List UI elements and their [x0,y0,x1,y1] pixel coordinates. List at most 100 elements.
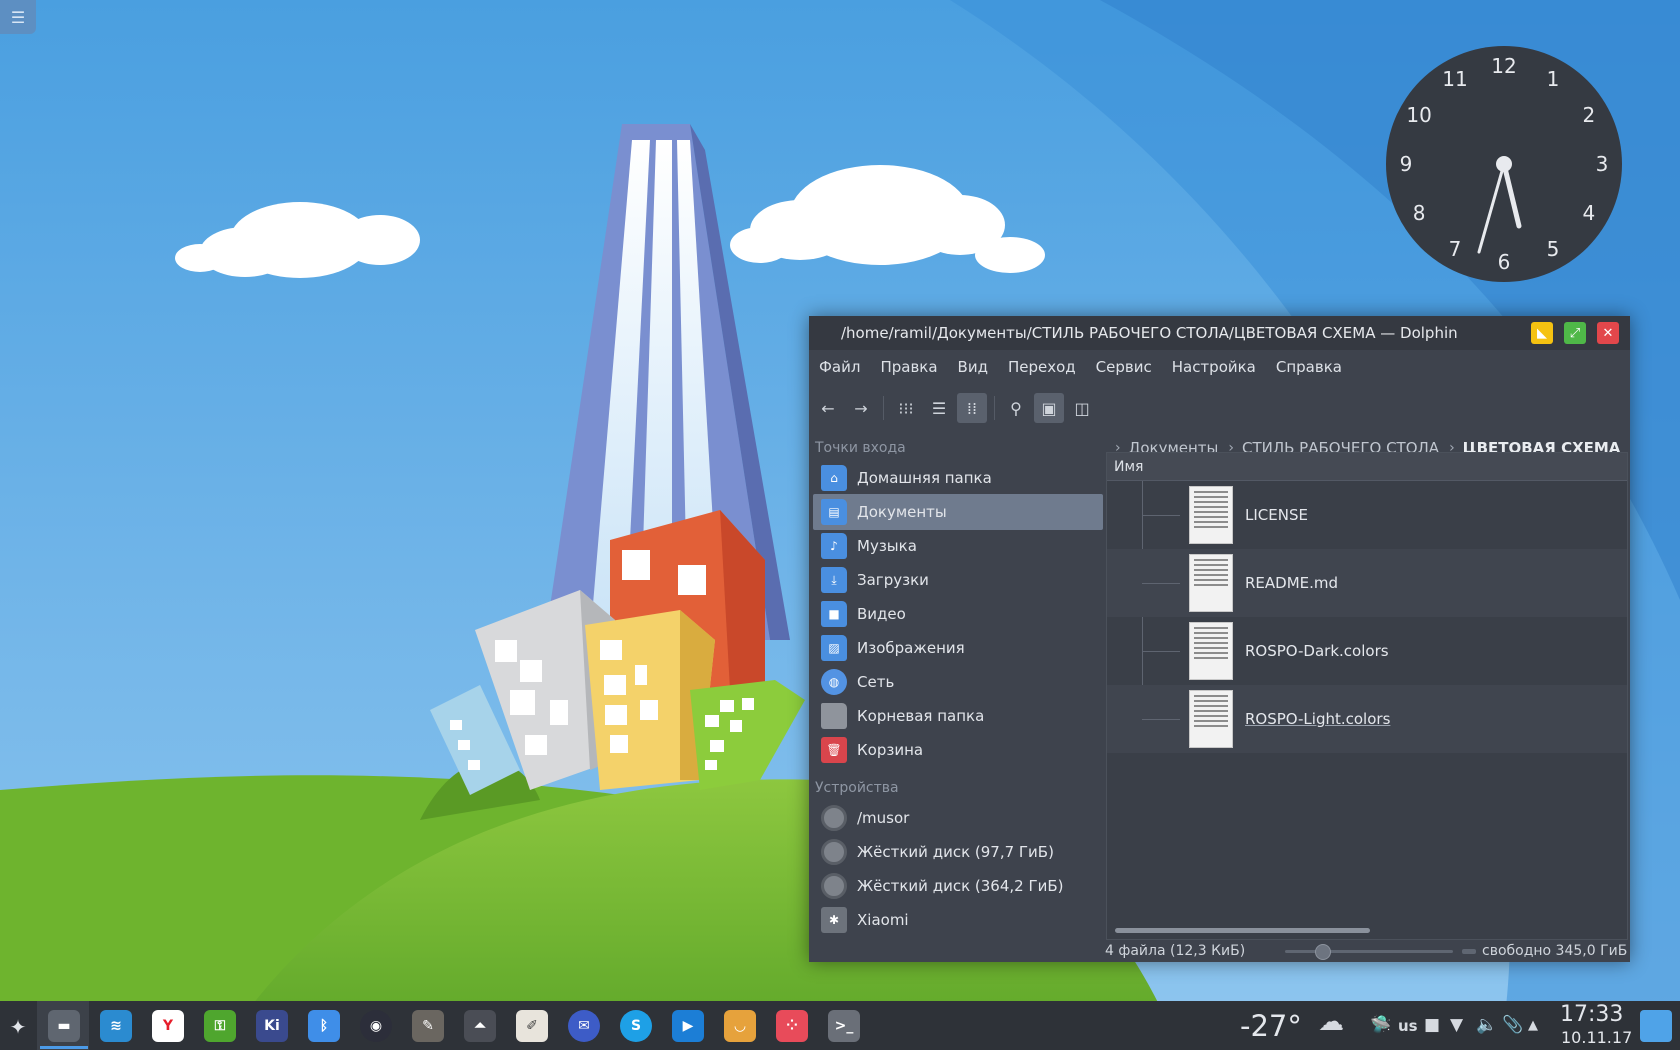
place-network[interactable]: ◍ Сеть [813,664,1103,700]
clock-numeral: 2 [1583,103,1596,127]
close-button[interactable]: ✕ [1597,322,1619,344]
menu-edit[interactable]: Правка [880,358,937,376]
device-label: Жёсткий диск (364,2 ГиБ) [857,877,1064,895]
weather-temperature[interactable]: -27° [1240,1009,1302,1043]
taskbar-app-store[interactable]: ◡ [724,1010,756,1042]
device-xiaomi[interactable]: ✱ Xiaomi [813,902,1103,938]
video-folder-icon: ■ [821,601,847,627]
app-launcher-button[interactable]: ✦ [4,1013,32,1041]
show-desktop-icon[interactable] [1640,1010,1672,1042]
file-view[interactable]: Имя LICENSE README.md ROSPO-Dark.colors … [1106,452,1628,940]
maximize-button[interactable]: ⤢ [1564,322,1586,344]
place-video[interactable]: ■ Видео [813,596,1103,632]
network-icon: ◍ [821,669,847,695]
horizontal-scrollbar[interactable] [1115,928,1370,933]
terminal-icon: >_ [834,1018,854,1034]
taskbar-app-yandex[interactable]: Y [152,1010,184,1042]
icons-view-button[interactable]: ⁝⁝⁝ [891,393,921,423]
close-icon: ✕ [1602,325,1614,341]
place-root[interactable]: Корневая папка [813,698,1103,734]
taskbar-app-thunderbird[interactable]: ✉ [568,1010,600,1042]
minimize-button[interactable]: ◣ [1531,322,1553,344]
details-view-button[interactable]: ⁞⁞ [957,393,987,423]
tree-line [1142,719,1180,720]
taskbar-app-palemoon[interactable]: ≋ [100,1010,132,1042]
clipboard-icon[interactable]: 📎 [1502,1015,1523,1035]
clock-numeral: 10 [1406,103,1431,127]
wifi-icon[interactable]: ▼ [1450,1015,1463,1035]
taskbar-clock-time[interactable]: 17:33 [1560,1002,1623,1027]
list-icon: ☰ [931,398,947,418]
skype-icon: S [630,1018,642,1034]
menu-view[interactable]: Вид [958,358,988,376]
taskbar-app-bluetooth[interactable]: ᛒ [308,1010,340,1042]
taskbar-app-video[interactable]: ▶ [672,1010,704,1042]
taskbar-app-notes[interactable]: ✐ [516,1010,548,1042]
place-music[interactable]: ♪ Музыка [813,528,1103,564]
file-row[interactable]: LICENSE [1107,481,1627,549]
minimize-icon: ◣ [1537,325,1547,341]
menu-file[interactable]: Файл [819,358,860,376]
place-downloads[interactable]: ⤓ Загрузки [813,562,1103,598]
inkscape-icon: ⏶ [474,1018,486,1034]
device-musor[interactable]: /musor [813,800,1103,836]
file-name: README.md [1245,574,1339,592]
place-home[interactable]: ⌂ Домашняя папка [813,460,1103,496]
text-file-thumbnail-icon [1189,690,1233,748]
dolphin-window[interactable]: /home/ramil/Документы/СТИЛЬ РАБОЧЕГО СТО… [809,316,1630,962]
menu-settings[interactable]: Настройка [1172,358,1256,376]
menu-help[interactable]: Справка [1276,358,1342,376]
clock-numeral: 5 [1547,237,1560,261]
place-documents[interactable]: ▤ Документы [813,494,1103,530]
taskbar-app-keepass[interactable]: ⚿ [204,1010,236,1042]
back-button[interactable]: ← [813,393,843,423]
menu-go[interactable]: Переход [1008,358,1076,376]
place-label: Видео [857,605,906,623]
file-row[interactable]: README.md [1107,549,1627,617]
taskbar-app-skype[interactable]: S [620,1010,652,1042]
taskbar-app-gimp[interactable]: ✎ [412,1010,444,1042]
status-bar: 4 файла (12,3 КиБ) свободно 345,0 ГиБ [1105,940,1630,962]
taskbar-clock-date[interactable]: 10.11.17 [1561,1028,1632,1047]
compact-view-button[interactable]: ☰ [924,393,954,423]
grid-icon: ⁝⁝⁝ [898,398,914,418]
device-label: Жёсткий диск (97,7 ГиБ) [857,843,1054,861]
search-button[interactable]: ⚲ [1001,393,1031,423]
taskbar-app-kirigami[interactable]: Ki [256,1010,288,1042]
device-hdd-1[interactable]: Жёсткий диск (97,7 ГиБ) [813,834,1103,870]
split-view-button[interactable]: ◫ [1067,393,1097,423]
file-row[interactable]: ROSPO-Light.colors [1107,685,1627,753]
active-task-indicator [40,1046,88,1049]
obs-icon: ◉ [369,1018,383,1034]
place-pictures[interactable]: ▨ Изображения [813,630,1103,666]
launcher-icon: ✦ [9,1015,27,1039]
gimp-icon: ✎ [422,1018,434,1034]
taskbar-app-dolphin[interactable]: ▬ [48,1010,80,1042]
maximize-icon: ⤢ [1569,325,1581,341]
volume-icon[interactable]: 🔈 [1476,1015,1497,1035]
taskbar-app-obs[interactable]: ◉ [360,1010,392,1042]
place-trash[interactable]: 🗑 Корзина [813,732,1103,768]
preview-button[interactable]: ▣ [1034,393,1064,423]
keyboard-layout[interactable]: us [1398,1017,1418,1035]
menu-tools[interactable]: Сервис [1096,358,1152,376]
desktop-menu-button[interactable]: ☰ [0,0,36,34]
taskbar-app-terminal[interactable]: >_ [828,1010,860,1042]
forward-button[interactable]: → [846,393,876,423]
file-row[interactable]: ROSPO-Dark.colors [1107,617,1627,685]
split-icon: ◫ [1074,398,1090,418]
hamburger-icon: ☰ [10,7,26,27]
device-hdd-2[interactable]: Жёсткий диск (364,2 ГиБ) [813,868,1103,904]
taskbar-app-inkscape[interactable]: ⏶ [464,1010,496,1042]
tray-expand-icon[interactable]: ▲ [1528,1018,1538,1033]
ufo-icon[interactable]: 🛸 [1370,1015,1391,1035]
cloud-icon[interactable]: ☁ [1318,1007,1344,1037]
column-header-name[interactable]: Имя [1107,453,1627,481]
browser-icon: ≋ [110,1018,122,1034]
window-titlebar[interactable]: /home/ramil/Документы/СТИЛЬ РАБОЧЕГО СТО… [809,316,1630,350]
zoom-slider[interactable] [1285,944,1453,960]
zoom-slider-handle[interactable] [1314,944,1331,960]
drive-icon [821,805,847,831]
taskbar-app-pink[interactable]: ⁘ [776,1010,808,1042]
camera-icon[interactable]: ■ [1424,1015,1440,1035]
